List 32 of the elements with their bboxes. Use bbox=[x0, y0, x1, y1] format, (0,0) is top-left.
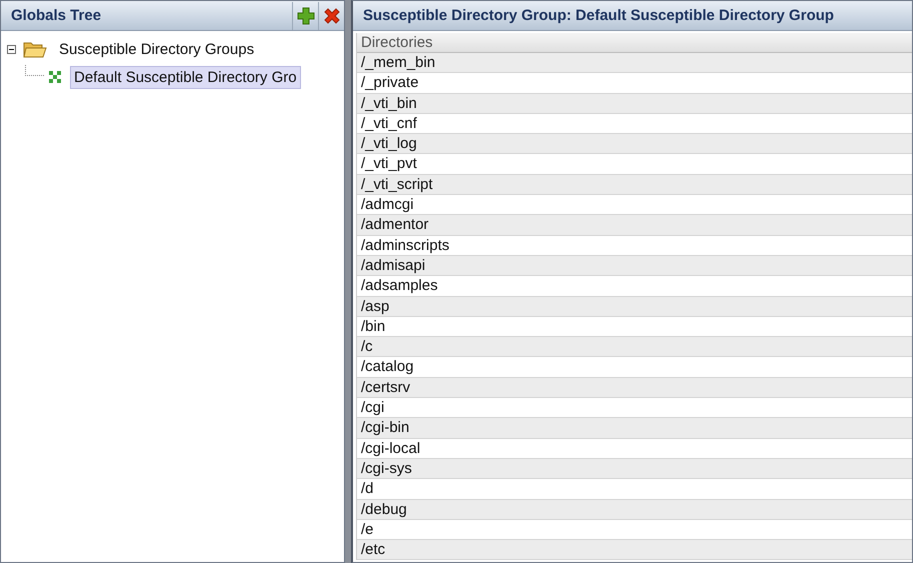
table-cell: /asp bbox=[357, 296, 912, 317]
table-cell: /_vti_bin bbox=[357, 94, 912, 114]
table-cell: /admisapi bbox=[357, 256, 912, 276]
table-cell: /certsrv bbox=[357, 378, 912, 398]
folder-icon bbox=[23, 40, 47, 58]
collapse-toggle-icon[interactable] bbox=[7, 44, 19, 54]
table-cell: /etc bbox=[357, 540, 912, 560]
table-cell: /debug bbox=[357, 500, 912, 520]
table-cell: /adsamples bbox=[357, 276, 912, 297]
nodes-icon bbox=[48, 70, 62, 84]
table-cell: /cgi-bin bbox=[357, 418, 912, 439]
table-cell: /cgi-local bbox=[357, 438, 912, 459]
plus-icon bbox=[296, 6, 314, 24]
table-cell: /cgi bbox=[357, 398, 912, 418]
table-cell: /_vti_log bbox=[357, 134, 912, 154]
panel-title: Susceptible Directory Group: Default Susceptible Directory Group bbox=[363, 7, 835, 24]
close-icon bbox=[322, 6, 340, 24]
table-cell: /cgi-sys bbox=[357, 458, 912, 480]
table-cell: /_mem_bin bbox=[357, 53, 912, 74]
tree-item[interactable]: Susceptible Directory Groups bbox=[55, 38, 258, 60]
table-cell: /_vti_pvt bbox=[357, 154, 912, 175]
table-cell: /c bbox=[357, 337, 912, 358]
table-cell: /_vti_script bbox=[357, 174, 912, 196]
panel-title: Globals Tree bbox=[11, 7, 102, 24]
table-cell: /admcgi bbox=[357, 195, 912, 216]
table-cell: /_private bbox=[357, 73, 912, 94]
table-cell: /d bbox=[357, 479, 912, 500]
column-header[interactable]: Directories bbox=[357, 33, 912, 53]
table-cell: /admentor bbox=[357, 215, 912, 236]
table-cell: /adminscripts bbox=[357, 236, 912, 256]
tree-item[interactable]: Default Susceptible Directory Gro bbox=[70, 66, 301, 88]
table-cell: /catalog bbox=[357, 357, 912, 378]
